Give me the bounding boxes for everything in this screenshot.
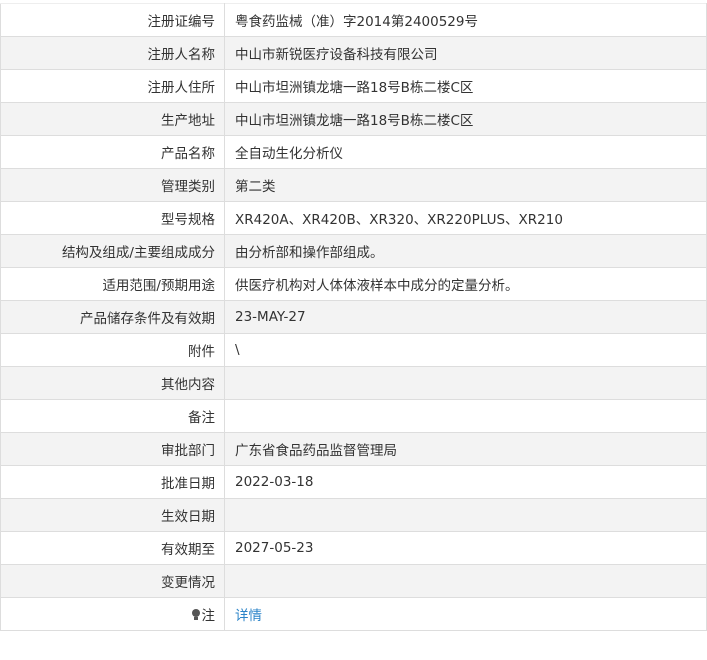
note-label-cell: 注 [0,597,225,631]
row-label: 产品名称 [0,135,225,169]
table-row: 变更情况 [0,564,707,598]
row-label: 注册证编号 [0,3,225,37]
registration-detail-table: 注册证编号 粤食药监械（准）字2014第2400529号 注册人名称 中山市新锐… [0,3,707,631]
row-label: 审批部门 [0,432,225,466]
row-value: 23-MAY-27 [224,300,707,334]
row-label: 适用范围/预期用途 [0,267,225,301]
row-label: 变更情况 [0,564,225,598]
row-value: 供医疗机构对人体体液样本中成分的定量分析。 [224,267,707,301]
row-label: 型号规格 [0,201,225,235]
row-value: 中山市坦洲镇龙塘一路18号B栋二楼C区 [224,69,707,103]
row-value [224,498,707,532]
row-label: 批准日期 [0,465,225,499]
row-value: 广东省食品药品监督管理局 [224,432,707,466]
table-row: 批准日期 2022-03-18 [0,465,707,499]
table-row: 产品储存条件及有效期 23-MAY-27 [0,300,707,334]
row-value: 中山市新锐医疗设备科技有限公司 [224,36,707,70]
row-label: 备注 [0,399,225,433]
row-value: 全自动生化分析仪 [224,135,707,169]
row-label: 注册人住所 [0,69,225,103]
table-row: 审批部门 广东省食品药品监督管理局 [0,432,707,466]
table-row: 结构及组成/主要组成成分 由分析部和操作部组成。 [0,234,707,268]
row-value: XR420A、XR420B、XR320、XR220PLUS、XR210 [224,201,707,235]
row-label: 其他内容 [0,366,225,400]
row-value [224,366,707,400]
row-label: 产品储存条件及有效期 [0,300,225,334]
row-label: 结构及组成/主要组成成分 [0,234,225,268]
note-label: 注 [201,608,216,624]
table-row: 备注 [0,399,707,433]
row-value: \ [224,333,707,367]
row-value: 由分析部和操作部组成。 [224,234,707,268]
row-value [224,399,707,433]
table-row: 注册人住所 中山市坦洲镇龙塘一路18号B栋二楼C区 [0,69,707,103]
table-row: 注册证编号 粤食药监械（准）字2014第2400529号 [0,3,707,37]
row-label: 管理类别 [0,168,225,202]
table-row: 生产地址 中山市坦洲镇龙塘一路18号B栋二楼C区 [0,102,707,136]
table-row: 产品名称 全自动生化分析仪 [0,135,707,169]
table-row: 适用范围/预期用途 供医疗机构对人体体液样本中成分的定量分析。 [0,267,707,301]
row-value: 粤食药监械（准）字2014第2400529号 [224,3,707,37]
table-row: 有效期至 2027-05-23 [0,531,707,565]
table-row: 型号规格 XR420A、XR420B、XR320、XR220PLUS、XR210 [0,201,707,235]
row-label: 附件 [0,333,225,367]
details-link[interactable]: 详情 [235,608,262,624]
table-row: 生效日期 [0,498,707,532]
row-value: 2027-05-23 [224,531,707,565]
row-value: 2022-03-18 [224,465,707,499]
row-label: 注册人名称 [0,36,225,70]
table-row: 附件 \ [0,333,707,367]
row-label: 生效日期 [0,498,225,532]
row-value [224,564,707,598]
table-row: 注册人名称 中山市新锐医疗设备科技有限公司 [0,36,707,70]
registration-detail-page: 注册证编号 粤食药监械（准）字2014第2400529号 注册人名称 中山市新锐… [0,0,707,660]
lightbulb-icon [191,609,200,621]
table-row: 管理类别 第二类 [0,168,707,202]
row-value: 中山市坦洲镇龙塘一路18号B栋二楼C区 [224,102,707,136]
table-row: 其他内容 [0,366,707,400]
note-row: 注 详情 [0,597,707,631]
row-label: 生产地址 [0,102,225,136]
note-value-cell: 详情 [224,597,707,631]
row-label: 有效期至 [0,531,225,565]
row-value: 第二类 [224,168,707,202]
